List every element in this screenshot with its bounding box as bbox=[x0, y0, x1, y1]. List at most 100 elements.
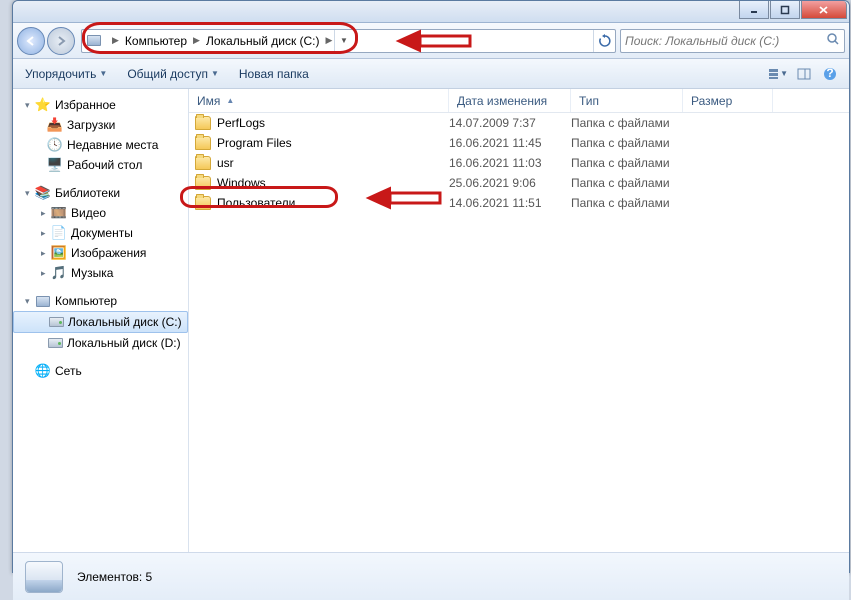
file-date: 25.06.2021 9:06 bbox=[449, 176, 571, 190]
new-folder-button[interactable]: Новая папка bbox=[235, 65, 313, 83]
star-icon: ⭐ bbox=[35, 97, 51, 113]
tree-recent[interactable]: 🕓Недавние места bbox=[13, 135, 188, 155]
collapse-icon: ▾ bbox=[25, 100, 35, 111]
address-bar[interactable]: ▶ Компьютер ▶ Локальный диск (C:) ▶ ▼ bbox=[81, 29, 616, 53]
refresh-button[interactable] bbox=[593, 30, 615, 52]
tree-documents[interactable]: ▸📄Документы bbox=[13, 223, 188, 243]
search-box[interactable] bbox=[620, 29, 845, 53]
chevron-right-icon[interactable]: ▶ bbox=[191, 35, 202, 46]
breadcrumb-root-icon[interactable] bbox=[82, 30, 110, 52]
downloads-label: Загрузки bbox=[67, 118, 115, 132]
chevron-down-icon: ▼ bbox=[99, 69, 107, 78]
folder-icon bbox=[195, 196, 211, 210]
drive-c-label: Локальный диск (C:) bbox=[68, 315, 182, 329]
col-type[interactable]: Тип bbox=[571, 89, 683, 112]
file-name: usr bbox=[217, 156, 234, 170]
tree-computer[interactable]: ▾Компьютер bbox=[13, 291, 188, 311]
computer-icon bbox=[36, 296, 50, 307]
tree-video[interactable]: ▸🎞️ Видео bbox=[13, 203, 188, 223]
expand-icon: ▸ bbox=[41, 228, 51, 239]
network-label: Сеть bbox=[55, 364, 82, 378]
tree-music[interactable]: ▸🎵 Музыка bbox=[13, 263, 188, 283]
file-row[interactable]: PerfLogs 14.07.2009 7:37Папка с файлами bbox=[189, 113, 849, 133]
view-options-button[interactable]: ▼ bbox=[767, 63, 789, 85]
file-date: 16.06.2021 11:03 bbox=[449, 156, 571, 170]
toolbar: Упорядочить ▼ Общий доступ ▼ Новая папка… bbox=[13, 59, 849, 89]
file-name: PerfLogs bbox=[217, 116, 265, 130]
file-row[interactable]: usr16.06.2021 11:03Папка с файлами bbox=[189, 153, 849, 173]
tree-downloads[interactable]: 📥Загрузки bbox=[13, 115, 188, 135]
forward-button[interactable] bbox=[47, 27, 75, 55]
tree-favorites[interactable]: ▾⭐ Избранное bbox=[13, 95, 188, 115]
file-row[interactable]: Пользователи14.06.2021 11:51Папка с файл… bbox=[189, 193, 849, 213]
organize-menu[interactable]: Упорядочить ▼ bbox=[21, 65, 111, 83]
address-dropdown[interactable]: ▼ bbox=[334, 30, 352, 52]
video-label: Видео bbox=[71, 206, 106, 220]
folder-icon bbox=[195, 116, 211, 130]
file-list[interactable]: PerfLogs14.07.2009 7:37Папка с файламиPr… bbox=[189, 113, 849, 552]
folder-icon bbox=[195, 176, 211, 190]
col-date[interactable]: Дата изменения bbox=[449, 89, 571, 112]
file-date: 14.07.2009 7:37 bbox=[449, 116, 571, 130]
file-type: Папка с файлами bbox=[571, 176, 683, 190]
network-icon: 🌐 bbox=[35, 363, 51, 379]
file-type: Папка с файлами bbox=[571, 196, 683, 210]
tree-network[interactable]: 🌐 Сеть bbox=[13, 361, 188, 381]
chevron-right-icon[interactable]: ▶ bbox=[110, 35, 121, 46]
music-icon: 🎵 bbox=[51, 265, 67, 281]
file-name: Windows bbox=[217, 176, 266, 190]
file-date: 14.06.2021 11:51 bbox=[449, 196, 571, 210]
desktop-label: Рабочий стол bbox=[67, 158, 142, 172]
item-count: Элементов: 5 bbox=[77, 570, 152, 584]
tree-pictures[interactable]: ▸🖼️ Изображения bbox=[13, 243, 188, 263]
chevron-right-icon[interactable]: ▶ bbox=[324, 35, 335, 46]
file-row[interactable]: Program Files16.06.2021 11:45Папка с фай… bbox=[189, 133, 849, 153]
drive-d-label: Локальный диск (D:) bbox=[67, 336, 181, 350]
documents-label: Документы bbox=[71, 226, 133, 240]
expand-icon: ▸ bbox=[41, 268, 51, 279]
newfolder-label: Новая папка bbox=[239, 67, 309, 81]
tree-drive-d[interactable]: Локальный диск (D:) bbox=[13, 333, 188, 353]
libraries-label: Библиотеки bbox=[55, 186, 120, 200]
pictures-label: Изображения bbox=[71, 246, 146, 260]
folder-icon bbox=[195, 156, 211, 170]
navigation-tree: ▾⭐ Избранное 📥Загрузки 🕓Недавние места 🖥️… bbox=[13, 89, 189, 552]
svg-text:?: ? bbox=[826, 67, 833, 80]
preview-pane-button[interactable] bbox=[793, 63, 815, 85]
favorites-label: Избранное bbox=[55, 98, 116, 112]
minimize-button[interactable] bbox=[739, 1, 769, 19]
nav-row: ▶ Компьютер ▶ Локальный диск (C:) ▶ ▼ bbox=[13, 23, 849, 59]
desktop-icon: 🖥️ bbox=[47, 157, 63, 173]
pictures-icon: 🖼️ bbox=[51, 245, 67, 261]
library-icon: 📚 bbox=[35, 185, 51, 201]
file-date: 16.06.2021 11:45 bbox=[449, 136, 571, 150]
video-icon: 🎞️ bbox=[51, 205, 67, 221]
help-button[interactable]: ? bbox=[819, 63, 841, 85]
breadcrumb-computer[interactable]: Компьютер bbox=[121, 30, 191, 52]
file-type: Папка с файлами bbox=[571, 116, 683, 130]
drive-large-icon bbox=[25, 561, 63, 593]
file-list-pane: Имя▲ Дата изменения Тип Размер PerfLogs 1… bbox=[189, 89, 849, 552]
tree-drive-c[interactable]: Локальный диск (C:) bbox=[13, 311, 188, 333]
computer-icon bbox=[87, 35, 101, 46]
folder-icon bbox=[195, 136, 211, 150]
recent-label: Недавние места bbox=[67, 138, 158, 152]
close-button[interactable] bbox=[801, 1, 847, 19]
tree-libraries[interactable]: ▾📚Библиотеки bbox=[13, 183, 188, 203]
status-bar: Элементов: 5 bbox=[13, 552, 849, 600]
share-menu[interactable]: Общий доступ ▼ bbox=[123, 65, 223, 83]
maximize-button[interactable] bbox=[770, 1, 800, 19]
explorer-window: ▶ Компьютер ▶ Локальный диск (C:) ▶ ▼ Уп… bbox=[12, 0, 850, 573]
expand-icon: ▸ bbox=[41, 208, 51, 219]
search-icon bbox=[826, 32, 840, 49]
expand-icon: ▸ bbox=[41, 248, 51, 259]
col-name[interactable]: Имя▲ bbox=[189, 89, 449, 112]
breadcrumb-drive-c[interactable]: Локальный диск (C:) bbox=[202, 30, 324, 52]
tree-desktop[interactable]: 🖥️ Рабочий стол bbox=[13, 155, 188, 175]
back-button[interactable] bbox=[17, 27, 45, 55]
search-input[interactable] bbox=[625, 34, 826, 48]
drive-icon bbox=[49, 317, 64, 327]
col-size[interactable]: Размер bbox=[683, 89, 773, 112]
music-label: Музыка bbox=[71, 266, 113, 280]
file-row[interactable]: Windows 25.06.2021 9:06Папка с файлами bbox=[189, 173, 849, 193]
